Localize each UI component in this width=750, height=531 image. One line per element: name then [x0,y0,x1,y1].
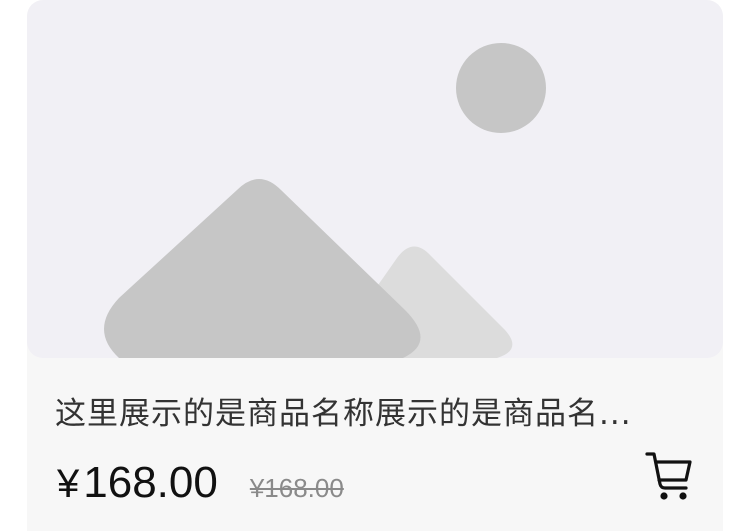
currency-symbol: ¥ [57,462,80,506]
current-price: ¥168.00 [57,455,218,512]
original-price: ¥168.00 [249,473,344,503]
product-name[interactable]: 这里展示的是商品名称展示的是商品名... [55,391,685,437]
product-card[interactable]: 这里展示的是商品名称展示的是商品名... ¥168.00 ¥168.00 [27,0,723,531]
cart-icon [645,452,692,500]
price-row: ¥168.00 ¥168.00 [57,455,344,511]
current-price-value: 168.00 [83,458,218,507]
product-image[interactable] [27,0,723,358]
add-to-cart-button[interactable] [644,450,694,502]
image-placeholder-icon [104,43,546,358]
